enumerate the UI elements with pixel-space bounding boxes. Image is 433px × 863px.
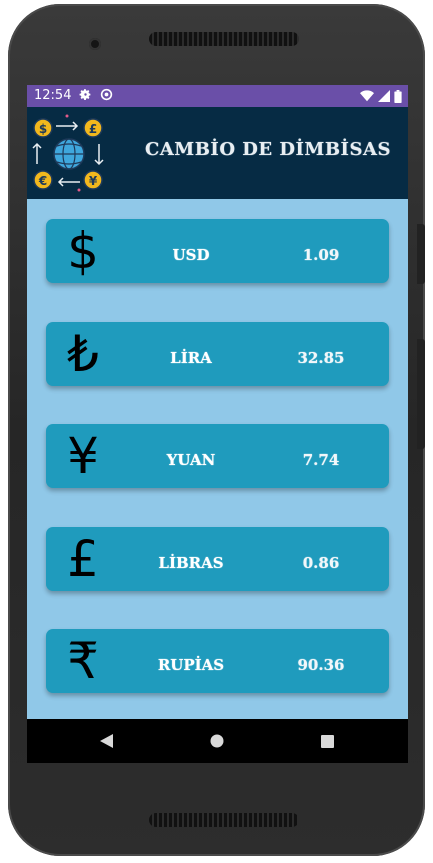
power-button [417, 224, 425, 284]
lira-icon: ₺ [67, 325, 99, 383]
currency-exchange-globe-icon: $ £ € ¥ [32, 114, 104, 192]
sync-icon [100, 88, 113, 101]
home-button[interactable] [197, 719, 237, 763]
front-camera [89, 38, 101, 50]
battery-icon [394, 89, 402, 103]
currency-name: LİRA [170, 349, 212, 367]
currency-rate: 0.86 [302, 554, 340, 572]
svg-text:£: £ [89, 122, 97, 136]
volume-button [417, 339, 425, 449]
currency-card-libras[interactable]: £ LİBRAS 0.86 [46, 527, 389, 591]
app-title: CAMBİO DE DİMBİSAS [145, 139, 391, 160]
currency-rate: 32.85 [297, 349, 345, 367]
svg-text:$: $ [39, 122, 47, 136]
currency-rate: 1.09 [302, 246, 340, 264]
currency-card-rupias[interactable]: ₹ RUPİAS 90.36 [46, 629, 389, 693]
currency-name: LİBRAS [158, 554, 224, 572]
currency-rate: 90.36 [297, 656, 345, 674]
signal-icon [378, 90, 390, 102]
back-icon [99, 734, 113, 748]
status-system-icons [360, 89, 402, 103]
app-header: $ £ € ¥ CAMBİO DE DİMBİSAS [27, 107, 408, 199]
currency-name: USD [172, 246, 210, 264]
navigation-bar [27, 719, 408, 763]
status-notification-icons [79, 85, 113, 107]
recents-button[interactable] [307, 719, 347, 763]
rupee-icon: ₹ [67, 632, 99, 690]
currency-card-lira[interactable]: ₺ LİRA 32.85 [46, 322, 389, 386]
status-bar: 12:54 [27, 85, 408, 107]
top-speaker [149, 32, 299, 46]
home-icon [210, 734, 224, 748]
recents-icon [320, 734, 334, 748]
wifi-icon [360, 90, 374, 102]
currency-rate: 7.74 [302, 451, 340, 469]
currency-card-yuan[interactable]: ¥ YUAN 7.74 [46, 424, 389, 488]
back-button[interactable] [86, 719, 126, 763]
bottom-speaker [149, 813, 299, 827]
pound-icon: £ [67, 530, 99, 588]
status-time: 12:54 [34, 88, 72, 103]
svg-text:€: € [38, 174, 47, 188]
settings-gear-icon [79, 89, 91, 100]
currency-card-usd[interactable]: $ USD 1.09 [46, 219, 389, 283]
app-screen: 12:54 $ £ € ¥ CAMBİO DE DİMBİSAS $ USD 1… [27, 85, 408, 763]
dollar-icon: $ [67, 222, 99, 280]
currency-name: RUPİAS [157, 656, 225, 674]
svg-text:¥: ¥ [89, 174, 98, 188]
yuan-icon: ¥ [67, 427, 99, 485]
currency-name: YUAN [166, 451, 216, 469]
